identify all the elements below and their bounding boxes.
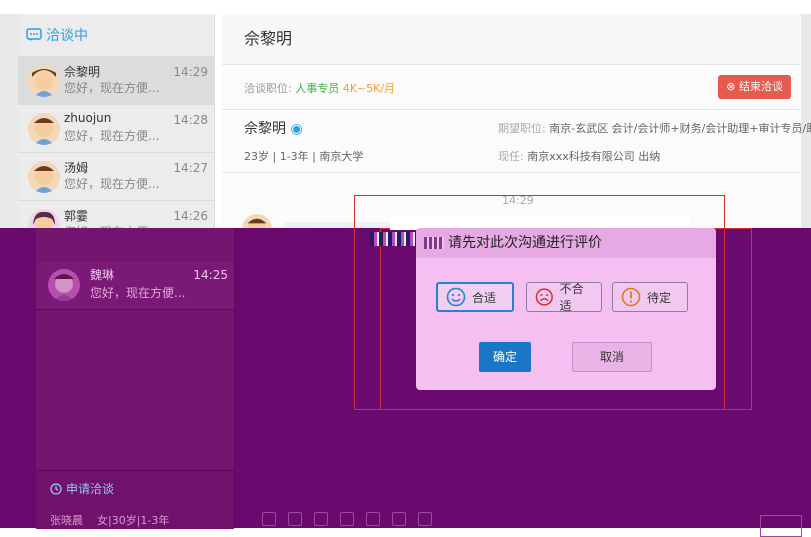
candidate-summary: 23岁 | 1-3年 | 南京大学 [244, 150, 364, 163]
conversation-name: 郭霎 [64, 209, 89, 223]
apply-chat-header[interactable]: 申请洽谈 [50, 480, 114, 497]
confirm-button[interactable]: 确定 [479, 342, 531, 372]
conversation-name: 佘黎明 [64, 65, 101, 79]
conversation-item[interactable]: 佘黎明 您好，现在方便... 14:29 [18, 57, 214, 105]
option-label: 待定 [647, 290, 672, 305]
option-suitable[interactable]: 合适 [436, 282, 514, 312]
conversation-name: 汤姆 [64, 161, 89, 175]
avatar [28, 65, 60, 97]
applicant-row[interactable]: 张晓晨 女|30岁|1-3年 [50, 512, 169, 528]
conversation-time: 14:25 [193, 268, 228, 282]
conversation-item[interactable]: 魏琳 您好，现在方便... 14:25 [36, 262, 234, 310]
smile-icon [446, 287, 466, 307]
cancel-button[interactable]: 取消 [572, 342, 652, 372]
top-gap [0, 0, 811, 14]
end-chat-button[interactable]: ⊗ 结束洽谈 [718, 75, 791, 99]
app: 洽谈中 佘黎明 您好，现在方便... 14:29 zhuojun 您好，现在方便… [0, 0, 811, 537]
conversation-time: 14:29 [173, 65, 208, 79]
copy-icon[interactable] [314, 512, 328, 526]
dialog-title: 请先对此次沟通进行评价 [448, 235, 602, 251]
applicant-info: 女|30岁|1-3年 [97, 514, 170, 527]
camera-icon[interactable] [340, 512, 354, 526]
conversation-item[interactable]: 汤姆 您好，现在方便... 14:27 [18, 153, 214, 201]
evaluation-dialog: 请先对此次沟通进行评价 合适 不合适 待定 确定 取消 [416, 228, 716, 390]
render-artifact [370, 232, 422, 246]
option-unsuitable[interactable]: 不合适 [526, 282, 602, 313]
conversation-preview: 您好，现在方便... [64, 81, 160, 95]
candidate-name-row: 佘黎明 ◉ [244, 118, 303, 138]
chat-bubble-icon [26, 28, 42, 41]
avatar [28, 161, 60, 193]
render-artifact [424, 237, 444, 249]
job-label: 洽谈职位: [244, 82, 292, 95]
expected-position: 期望职位: 南京-玄武区 会计/会计师+财务/会计助理+审计专员/助... [498, 120, 811, 136]
end-chat-label: 结束洽谈 [739, 80, 783, 93]
chat-title: 佘黎明 [222, 14, 801, 65]
close-circle-icon: ⊗ [726, 80, 736, 93]
current-value: 南京xxx科技有限公司 出纳 [527, 150, 661, 163]
expected-value: 南京-玄武区 会计/会计师+财务/会计助理+审计专员/助... [549, 122, 811, 135]
conversation-time: 14:28 [173, 113, 208, 127]
conversation-name: zhuojun [64, 111, 112, 125]
phone-icon[interactable] [366, 512, 380, 526]
emoji-icon[interactable] [262, 512, 276, 526]
send-button[interactable] [760, 515, 802, 537]
job-title: 人事专员 [295, 82, 340, 95]
video-icon[interactable] [392, 512, 406, 526]
conversation-time: 14:26 [173, 209, 208, 223]
conversation-preview: 您好，现在方便... [90, 286, 186, 300]
conversation-preview: 您好，现在方便... [64, 129, 160, 143]
chat-toolbar [262, 512, 432, 526]
conversation-preview: 您好，现在方便... [64, 177, 160, 191]
sidebar-header: 洽谈中 [18, 14, 214, 57]
frown-icon [535, 288, 553, 306]
expected-label: 期望职位: [498, 122, 546, 135]
job-salary: 4K~5K/月 [342, 82, 396, 95]
option-label: 合适 [472, 290, 497, 305]
current-position: 现任: 南京xxx科技有限公司 出纳 [498, 148, 660, 164]
option-pending[interactable]: 待定 [612, 282, 688, 312]
file-icon[interactable] [288, 512, 302, 526]
current-label: 现任: [498, 150, 524, 163]
mic-icon[interactable] [418, 512, 432, 526]
exclamation-icon [621, 287, 641, 307]
candidate-name: 佘黎明 [244, 121, 286, 137]
verified-icon: ◉ [290, 121, 303, 137]
avatar [28, 113, 60, 145]
dialog-header: 请先对此次沟通进行评价 [416, 228, 716, 258]
conversation-time: 14:27 [173, 161, 208, 175]
avatar [48, 269, 80, 301]
apply-chat-label: 申请洽谈 [66, 482, 115, 496]
conversation-item[interactable]: zhuojun 您好，现在方便... 14:28 [18, 105, 214, 153]
clock-icon [50, 482, 62, 495]
conversation-name: 魏琳 [90, 268, 115, 282]
option-label: 不合适 [559, 282, 584, 313]
sidebar-title: 洽谈中 [46, 28, 88, 44]
job-info: 洽谈职位: 人事专员 4K~5K/月 [244, 80, 395, 96]
candidate-profile: 佘黎明 ◉ 23岁 | 1-3年 | 南京大学 期望职位: 南京-玄武区 会计/… [222, 110, 811, 173]
applicant-name: 张晓晨 [50, 514, 83, 527]
job-bar: 洽谈职位: 人事专员 4K~5K/月 ⊗ 结束洽谈 [222, 65, 801, 110]
